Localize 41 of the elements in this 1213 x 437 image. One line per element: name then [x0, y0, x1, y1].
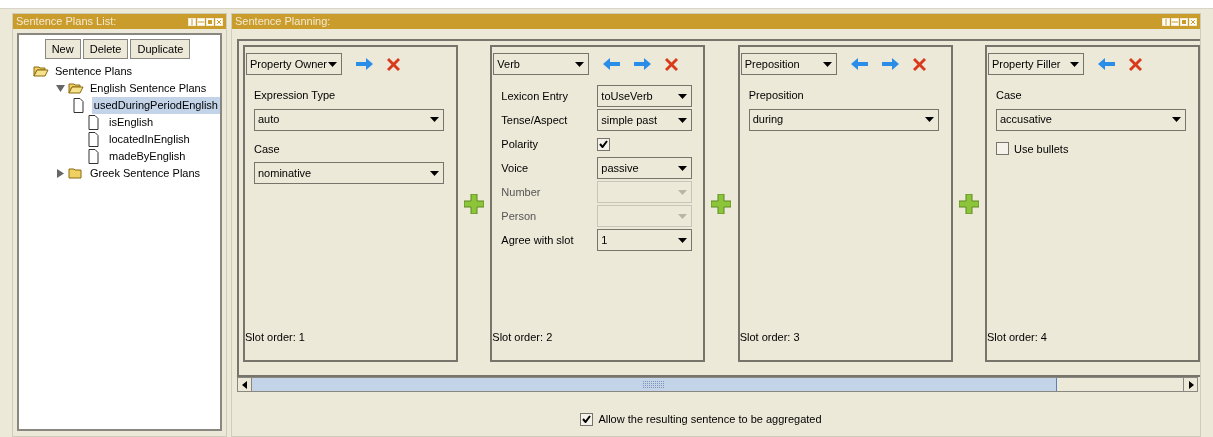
tree-item[interactable]: English Sentence Plans	[88, 80, 209, 97]
dropdown[interactable]: 1	[597, 229, 693, 251]
toolbar-button[interactable]: Delete	[82, 39, 129, 59]
dropdown[interactable]: auto	[254, 108, 444, 131]
dropdown[interactable]: accusative	[996, 108, 1186, 131]
tree-item[interactable]: usedDuringPeriodEnglish	[91, 97, 220, 114]
field-label: Case	[996, 88, 1023, 103]
tree-item[interactable]: madeByEnglish	[107, 148, 188, 165]
field-label: Tense/Aspect	[501, 112, 569, 128]
panel-title: Sentence Planning:	[235, 14, 331, 30]
field-label: Preposition	[748, 88, 805, 103]
dropdown[interactable]: toUseVerb	[597, 85, 693, 107]
slot-order-label: Slot order: 1	[245, 329, 305, 345]
toolbar-button[interactable]: Duplicate	[130, 39, 191, 59]
field-label: Voice	[501, 160, 530, 176]
dropdown[interactable]: passive	[597, 157, 693, 179]
slot-type-dropdown[interactable]: Preposition	[740, 53, 837, 75]
tree-item[interactable]: Sentence Plans	[53, 63, 135, 80]
slot-order-label: Slot order: 3	[739, 329, 800, 345]
field-label: Person	[501, 208, 538, 224]
field-label: Case	[254, 141, 281, 157]
tree-item[interactable]: isEnglish	[107, 114, 156, 131]
field-label: Polarity	[501, 136, 539, 152]
slot-order-label: Slot order: 2	[492, 329, 553, 345]
toolbar-button[interactable]: New	[44, 39, 81, 59]
field-label: Lexicon Entry	[501, 88, 569, 104]
field-label: Number	[501, 184, 542, 200]
checkbox-label: Use bullets	[1014, 141, 1069, 157]
field-label: Agree with slot	[501, 232, 575, 248]
slot-order-label: Slot order: 4	[987, 329, 1047, 345]
dropdown[interactable]: during	[748, 108, 939, 131]
checkbox-label: Allow the resulting sentence to be aggregated	[598, 412, 822, 427]
field-label: Expression Type	[254, 88, 337, 103]
dropdown[interactable]: nominative	[254, 162, 444, 184]
panel-title: Sentence Plans List:	[16, 14, 117, 30]
slot-type-dropdown[interactable]: Property Owner	[246, 53, 342, 75]
tree-item[interactable]: locatedInEnglish	[107, 131, 192, 148]
slot-type-dropdown[interactable]: Verb	[493, 53, 590, 75]
tree-item[interactable]: Greek Sentence Plans	[88, 165, 203, 182]
slot-type-dropdown[interactable]: Property Filler	[988, 53, 1084, 75]
dropdown[interactable]: simple past	[597, 109, 693, 131]
